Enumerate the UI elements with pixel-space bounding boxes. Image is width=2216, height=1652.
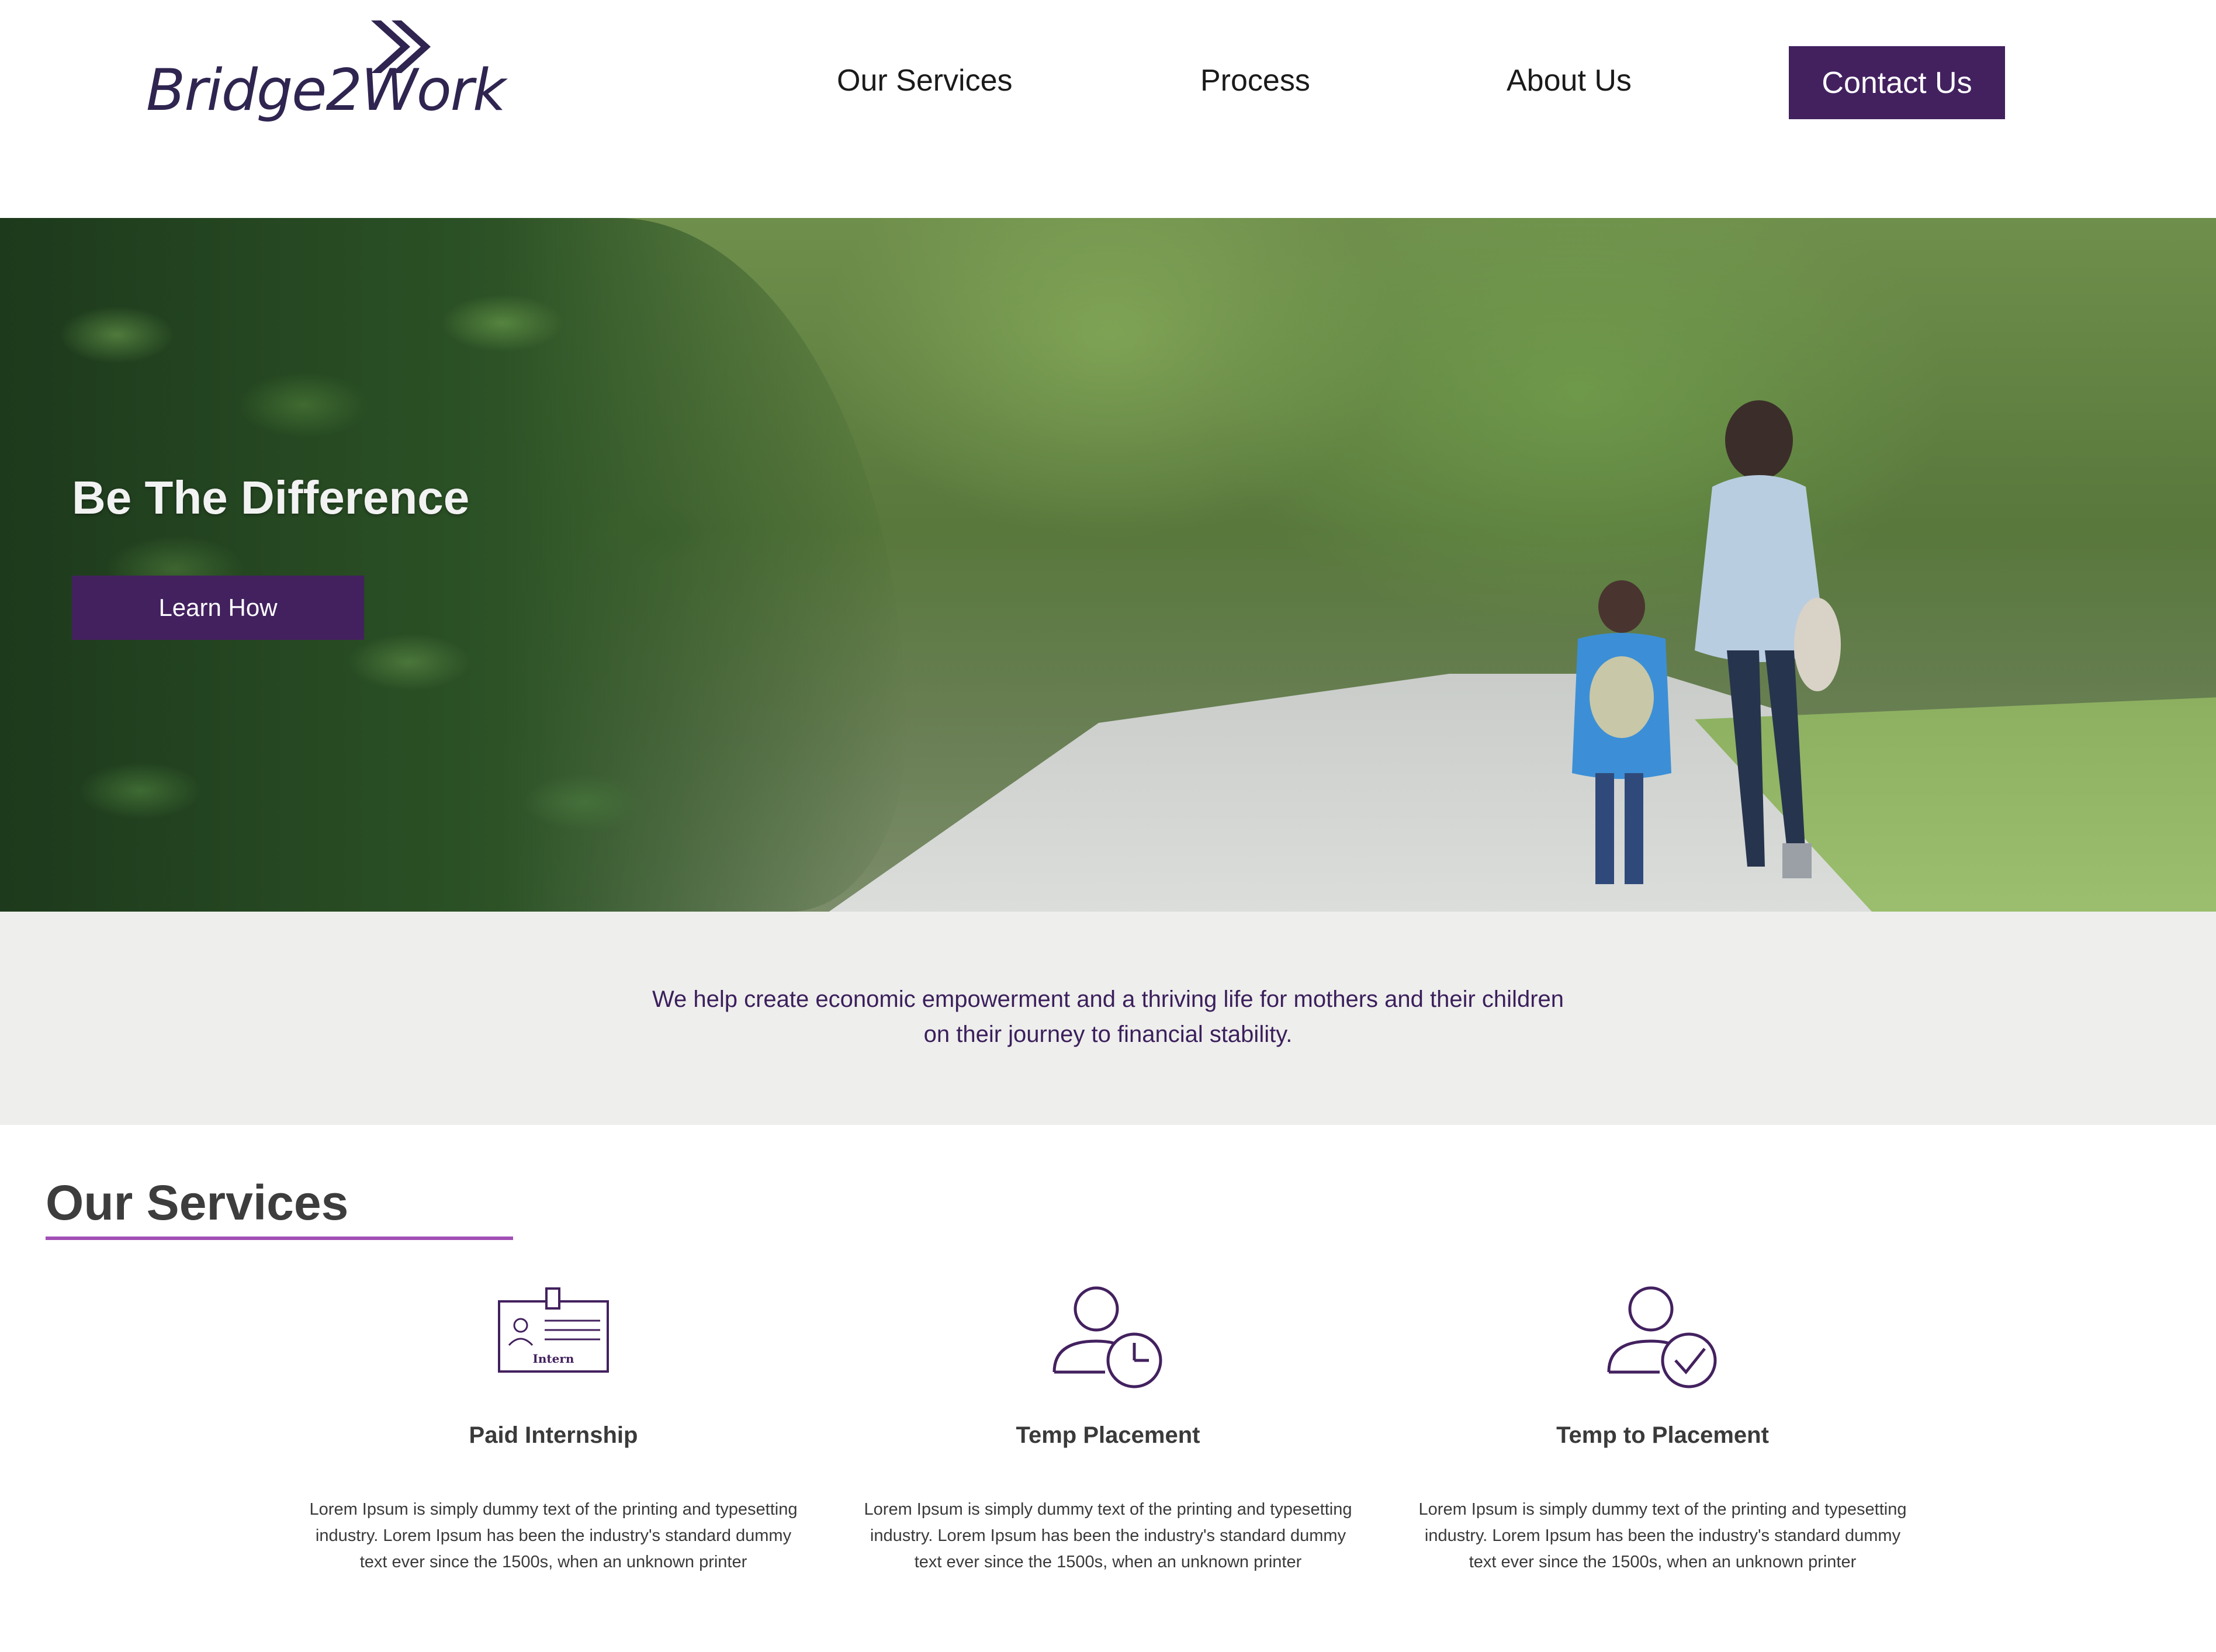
- services-heading-underline: [46, 1237, 513, 1240]
- intern-badge-text: Intern: [533, 1352, 574, 1366]
- hero-banner: Be The Difference Learn How: [0, 218, 2216, 912]
- service-card-temp-to-placement: Temp to Placement Lorem Ipsum is simply …: [1417, 1286, 1908, 1575]
- mission-statement: We help create economic empowerment and …: [652, 986, 1564, 1047]
- hero-foliage-scenery: [0, 218, 906, 912]
- service-title: Paid Internship: [469, 1422, 638, 1448]
- service-card-paid-internship: Intern Paid Internship Lorem Ipsum is si…: [308, 1286, 799, 1575]
- person-check-icon: [1607, 1286, 1717, 1388]
- mission-band: We help create economic empowerment and …: [0, 912, 2216, 1125]
- logo-text: Bridge2Work: [146, 57, 506, 124]
- service-card-temp-placement: Temp Placement Lorem Ipsum is simply dum…: [863, 1286, 1353, 1575]
- service-description: Lorem Ipsum is simply dummy text of the …: [864, 1500, 1352, 1571]
- nav-process[interactable]: Process: [1200, 63, 1310, 98]
- service-title: Temp Placement: [1016, 1422, 1200, 1448]
- service-description: Lorem Ipsum is simply dummy text of the …: [1418, 1500, 1907, 1571]
- hero-title: Be The Difference: [72, 472, 470, 524]
- service-title: Temp to Placement: [1556, 1422, 1769, 1448]
- services-heading: Our Services: [46, 1175, 349, 1230]
- walking-child-figure: [1572, 580, 1671, 884]
- site-header: Bridge2Work Our Services Process About U…: [0, 0, 2216, 218]
- nav-our-services[interactable]: Our Services: [837, 63, 1013, 98]
- walking-adult-figure: [1695, 400, 1841, 878]
- bridge2work-logo[interactable]: Bridge2Work: [146, 12, 506, 129]
- service-description: Lorem Ipsum is simply dummy text of the …: [309, 1500, 798, 1571]
- person-clock-icon: [1052, 1286, 1162, 1388]
- nav-about-us[interactable]: About Us: [1507, 63, 1632, 98]
- learn-how-button[interactable]: Learn How: [72, 576, 364, 640]
- intern-badge-icon: Intern: [498, 1287, 609, 1373]
- contact-us-button[interactable]: Contact Us: [1789, 46, 2005, 119]
